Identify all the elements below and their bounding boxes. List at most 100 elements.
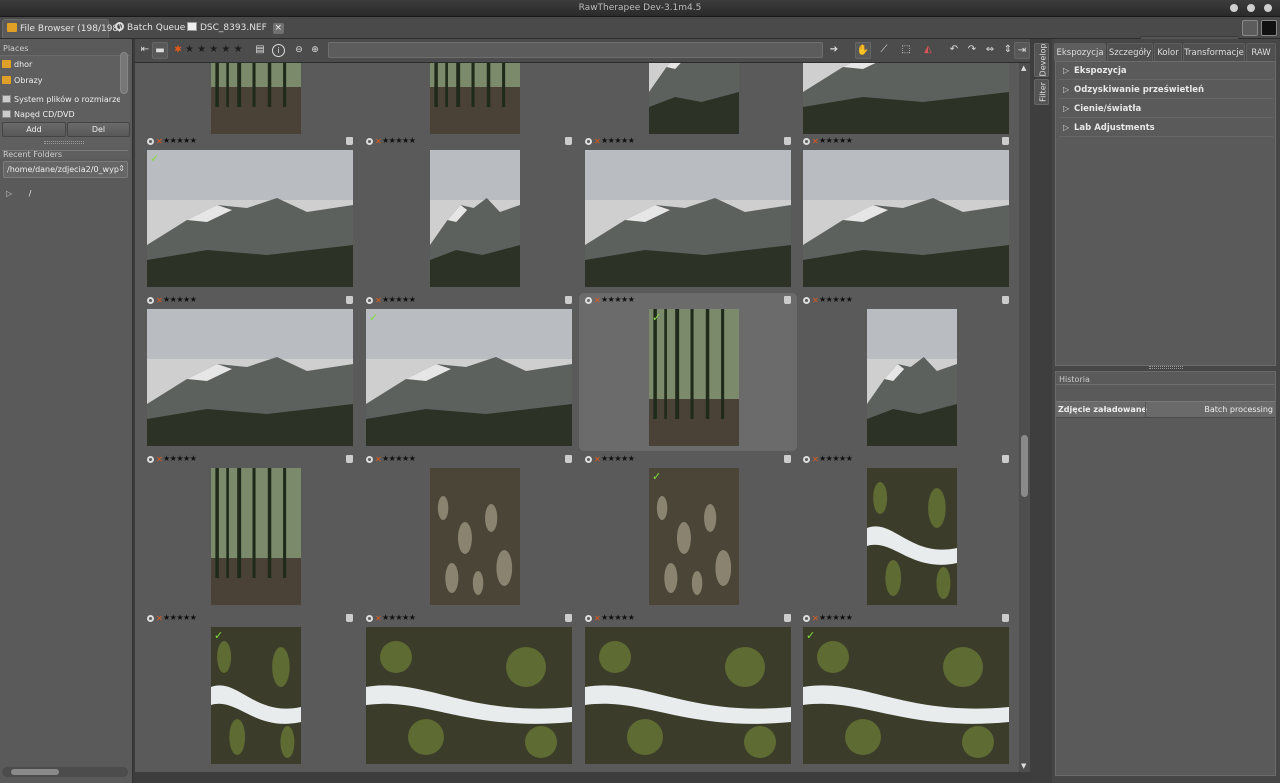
processing-profile-icon[interactable] [366,297,373,304]
processing-profile-icon[interactable] [803,456,810,463]
open-folder-icon[interactable]: ▬ [152,42,168,59]
tab-filter[interactable]: Filter [1034,79,1049,105]
recent-folders-combo[interactable]: /home/dane/zdjecia2/0_wyp ⇕ [3,161,128,178]
reject-icon[interactable]: ✕ [375,455,382,464]
rating-filter-stars[interactable]: ★ ★ ★ ★ ★ [185,44,243,55]
hand-tool-icon[interactable]: ✋ [855,42,871,59]
trash-icon[interactable] [784,455,791,463]
thumbnail-cell[interactable]: ✕ ★★★★★ [360,134,578,292]
thumbnail-image[interactable]: ✓ [147,150,353,287]
rating-stars[interactable]: ★★★★★ [382,295,416,304]
trash-icon[interactable] [346,296,353,304]
info-icon[interactable]: i [272,44,285,57]
thumbnail-cell[interactable] [579,63,797,139]
zoom-out-icon[interactable]: ⊖ [291,42,307,59]
thumbnail-image[interactable]: ✓ [211,627,301,764]
processing-profile-icon[interactable] [147,615,154,622]
del-place-button[interactable]: Del [67,122,130,137]
unrated-filter-icon[interactable]: ✱ [170,42,186,59]
thumbnail-cell[interactable]: ✕ ★★★★★ ✓ [360,293,578,451]
trash-icon[interactable] [1002,614,1009,622]
processing-profile-icon[interactable] [585,456,592,463]
tab-ekspozycja[interactable]: Ekspozycja [1054,43,1106,61]
fullscreen-icon[interactable] [1261,20,1277,36]
thumbnail-image[interactable] [147,309,353,446]
thumbnail-cell[interactable]: ✕ ★★★★★ [579,611,797,769]
thumbnail-image[interactable] [585,150,791,287]
trash-icon[interactable] [346,614,353,622]
trash-icon[interactable] [1002,455,1009,463]
thumbnail-cell[interactable]: ✕ ★★★★★ [141,452,359,610]
thumbnail-cell[interactable] [141,63,359,139]
thumbnail-image[interactable] [211,468,301,605]
thumbnail-cell[interactable]: ✕ ★★★★★ ✓ [797,611,1015,769]
rating-stars[interactable]: ★★★★★ [382,613,416,622]
reject-icon[interactable]: ✕ [156,614,163,623]
processing-profile-icon[interactable] [803,138,810,145]
rating-stars[interactable]: ★★★★★ [819,295,853,304]
left-hscrollbar[interactable] [2,767,128,777]
flip-horizontal-icon[interactable]: ⇔ [982,42,998,59]
rotate-right-icon[interactable]: ↷ [964,42,980,59]
thumbnail-cell[interactable]: ✕ ★★★★★ [797,293,1015,451]
processing-profile-icon[interactable] [803,297,810,304]
rotate-left-icon[interactable]: ↶ [946,42,962,59]
filter-search-input[interactable] [328,42,823,58]
thumbnail-image[interactable]: ✓ [366,309,572,446]
processing-profile-icon[interactable] [147,138,154,145]
thumbnail-cell[interactable]: ✕ ★★★★★ ✓ [141,611,359,769]
thumbnail-cell[interactable]: ✕ ★★★★★ [141,293,359,451]
export-icon[interactable] [1242,20,1258,36]
thumbnail-image[interactable] [803,150,1009,287]
crop-tool-icon[interactable]: ⬚ [898,42,914,59]
thumbnail-cell[interactable]: ✕ ★★★★★ ✓ [141,134,359,292]
processing-profile-icon[interactable] [366,138,373,145]
tab-editor[interactable]: DSC_8393.NEF × [183,19,290,38]
maximize-button[interactable] [1247,4,1255,12]
places-scrollbar[interactable] [120,52,128,94]
trash-icon[interactable] [565,296,572,304]
scroll-up-icon[interactable]: ▲ [1021,64,1026,72]
minimize-button[interactable] [1230,4,1238,12]
add-place-button[interactable]: Add [2,122,66,137]
thumbnail-image[interactable] [430,468,520,605]
trash-icon[interactable] [346,137,353,145]
thumbnail-image[interactable] [366,627,572,764]
thumbnail-image[interactable] [430,63,520,134]
tab-transformacje[interactable]: Transformacje [1183,43,1245,61]
trash-icon[interactable] [784,137,791,145]
reject-icon[interactable]: ✕ [156,137,163,146]
reject-icon[interactable]: ✕ [156,455,163,464]
scroll-thumb[interactable] [1021,435,1028,497]
tree-root[interactable]: / [29,189,32,198]
processing-profile-icon[interactable] [585,615,592,622]
pane-grip[interactable] [1149,366,1183,369]
thumbnail-image[interactable] [211,63,301,134]
thumbnail-image[interactable]: ✓ [649,309,739,446]
tab-batch-queue[interactable]: Batch Queue [111,19,191,38]
reject-icon[interactable]: ✕ [594,137,601,146]
scroll-down-icon[interactable]: ▼ [1021,762,1026,770]
rating-stars[interactable]: ★★★★★ [819,454,853,463]
rating-stars[interactable]: ★★★★★ [601,136,635,145]
reject-icon[interactable]: ✕ [375,137,382,146]
thumbnail-cell[interactable]: ✕ ★★★★★ [360,452,578,610]
processing-profile-icon[interactable] [585,297,592,304]
collapse-left-icon[interactable]: ⇤ [137,42,153,59]
reject-icon[interactable]: ✕ [812,614,819,623]
rating-stars[interactable]: ★★★★★ [601,613,635,622]
rating-stars[interactable]: ★★★★★ [163,295,197,304]
section-lab-adjustments[interactable]: ▷ Lab Adjustments [1059,119,1273,137]
grid-scrollbar[interactable]: ▲ ▼ [1019,63,1030,772]
reject-icon[interactable]: ✕ [812,455,819,464]
tab-kolor[interactable]: Kolor [1154,43,1182,61]
rating-stars[interactable]: ★★★★★ [819,136,853,145]
straighten-tool-icon[interactable]: ◭ [920,42,936,59]
close-tab-button[interactable]: × [272,23,284,34]
rating-stars[interactable]: ★★★★★ [163,454,197,463]
trash-icon[interactable] [346,455,353,463]
thumbnail-image[interactable] [803,63,1009,134]
thumbnail-image[interactable] [867,468,957,605]
trash-icon[interactable] [1002,137,1009,145]
expander-icon[interactable]: ▷ [6,189,12,198]
